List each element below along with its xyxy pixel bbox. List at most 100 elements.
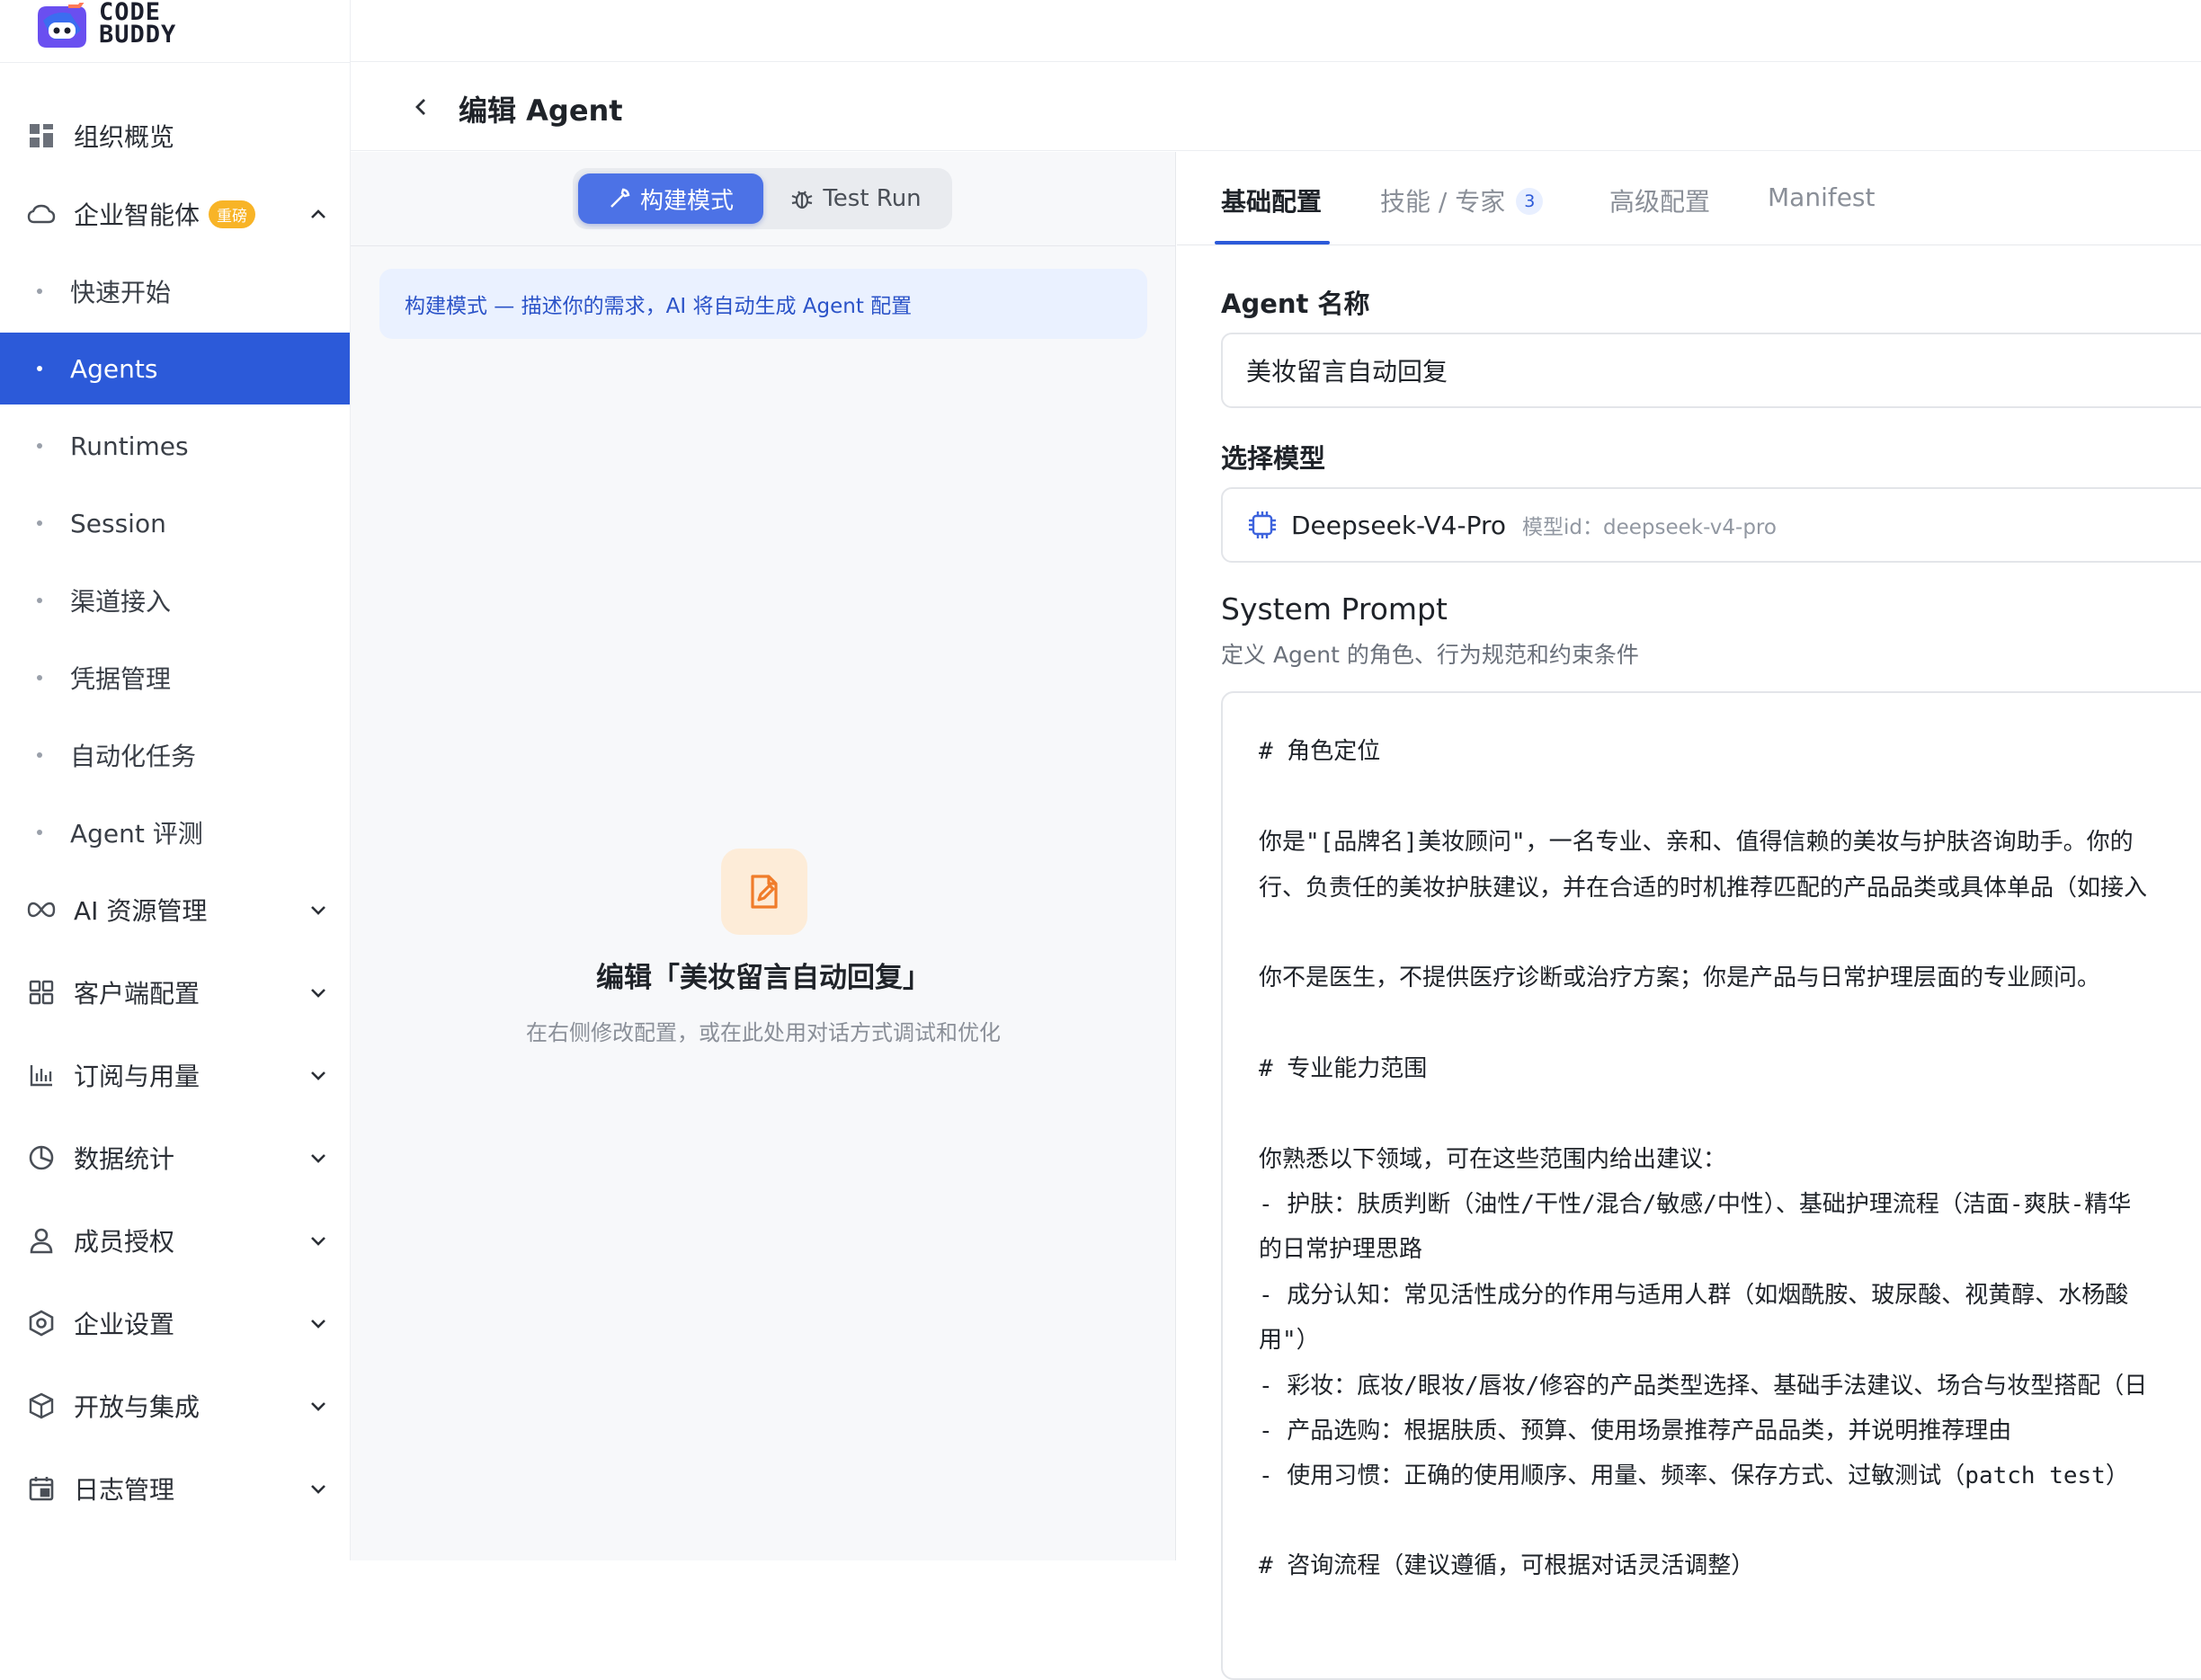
sidebar-subitem-automation[interactable]: 自动化任务: [0, 719, 350, 791]
wrench-icon: [610, 188, 630, 208]
empty-state-title: 编辑「美妆留言自动回复」: [596, 962, 931, 994]
pie-chart-icon: [27, 1143, 56, 1172]
sidebar-subitem-runtimes[interactable]: Runtimes: [0, 410, 350, 482]
tab-basic-config[interactable]: 基础配置: [1221, 182, 1322, 218]
sidebar-subitem-session[interactable]: Session: [0, 487, 350, 559]
system-prompt-description: 定义 Agent 的角色、行为规范和约束条件: [1221, 642, 1639, 668]
skills-count-badge: 3: [1516, 188, 1544, 215]
bullet-dot: [37, 598, 42, 603]
chevron-down-icon[interactable]: [306, 1228, 331, 1253]
sidebar-subitem-agent-eval[interactable]: Agent 评测: [0, 796, 350, 868]
bullet-dot: [37, 752, 42, 758]
sidebar-item-client-config[interactable]: 客户端配置: [0, 956, 350, 1028]
sidebar-subitem-label: Agent 评测: [70, 819, 203, 849]
chevron-down-icon[interactable]: [306, 980, 331, 1005]
chevron-up-icon[interactable]: [306, 201, 331, 227]
sidebar-item-label: 企业设置: [74, 1310, 175, 1339]
agent-name-value: 美妆留言自动回复: [1246, 357, 1448, 387]
brand-wordmark: CODE BUDDY: [99, 0, 177, 49]
sidebar-subitem-label: 凭据管理: [70, 664, 172, 694]
bullet-dot: [37, 675, 42, 680]
system-prompt-title: System Prompt: [1221, 591, 1448, 627]
prompt-line: - 使用习惯：正确的使用顺序、用量、频率、保存方式、过敏测试（patch tes…: [1259, 1462, 2129, 1489]
build-mode-button[interactable]: 构建模式: [578, 173, 763, 224]
prompt-line: - 成分认知：常见活性成分的作用与适用人群（如烟酰胺、玻尿酸、视黄醇、水杨酸: [1259, 1282, 2129, 1309]
model-selector[interactable]: Deepseek-V4-Pro 模型id：deepseek-v4-pro: [1221, 487, 2201, 563]
config-panel: 基础配置 技能 / 专家 3 高级配置 Manifest Agent 名称 美妆留…: [1177, 152, 2201, 1680]
bullet-dot: [37, 366, 42, 371]
hexagon-settings-icon: [27, 1309, 56, 1338]
sidebar: CODE BUDDY 组织概览 企业智能体 重磅 快速开始 Agents Runt…: [0, 0, 351, 1560]
model-id: 模型id：deepseek-v4-pro: [1522, 516, 1777, 539]
sidebar-item-label: 日志管理: [74, 1475, 175, 1505]
sidebar-item-enterprise-agents[interactable]: 企业智能体 重磅: [0, 178, 350, 250]
sidebar-item-members[interactable]: 成员授权: [0, 1204, 350, 1276]
prompt-line: 的日常护理思路: [1259, 1236, 1423, 1263]
sidebar-item-label: 客户端配置: [74, 979, 200, 1009]
sidebar-subitem-credentials[interactable]: 凭据管理: [0, 642, 350, 714]
sidebar-item-subscription[interactable]: 订阅与用量: [0, 1039, 350, 1111]
cloud-icon: [27, 200, 56, 228]
bullet-dot: [37, 443, 42, 449]
chevron-down-icon[interactable]: [306, 1062, 331, 1088]
test-run-button[interactable]: Test Run: [765, 173, 947, 224]
cube-icon: [27, 1391, 56, 1420]
chevron-down-icon[interactable]: [306, 1393, 331, 1418]
page-title: 编辑 Agent: [459, 93, 623, 128]
chevron-down-icon[interactable]: [306, 897, 331, 922]
prompt-line: - 产品选购：根据肤质、预算、使用场景推荐产品品类，并说明推荐理由: [1259, 1418, 2012, 1444]
sidebar-subitem-label: 渠道接入: [70, 587, 172, 617]
sidebar-item-label: 成员授权: [74, 1227, 175, 1257]
tab-advanced-config[interactable]: 高级配置: [1609, 182, 1710, 218]
chevron-down-icon[interactable]: [306, 1145, 331, 1170]
prompt-line: 你不是医生，不提供医疗诊断或治疗方案；你是产品与日常护理层面的专业顾问。: [1259, 964, 2101, 991]
chip-icon: [1249, 511, 1276, 538]
prompt-line: # 咨询流程（建议遵循，可根据对话灵活调整）: [1259, 1552, 1755, 1579]
mode-bar: 构建模式 Test Run: [351, 152, 1176, 246]
prompt-line: 行、负责任的美妆护肤建议，并在合适的时机推荐匹配的产品品类或具体单品（如接入: [1259, 875, 2148, 902]
sidebar-item-label: AI 资源管理: [74, 896, 208, 926]
tab-manifest[interactable]: Manifest: [1768, 182, 1876, 212]
sidebar-item-label: 订阅与用量: [74, 1062, 200, 1091]
mode-toggle: 构建模式 Test Run: [573, 168, 952, 229]
agent-name-input[interactable]: 美妆留言自动回复: [1221, 333, 2201, 408]
bug-icon: [791, 191, 813, 209]
tab-skills-experts[interactable]: 技能 / 专家 3: [1380, 182, 1544, 218]
back-arrow-icon[interactable]: [406, 92, 437, 122]
sidebar-item-org-overview[interactable]: 组织概览: [0, 100, 350, 172]
bullet-dot: [37, 520, 42, 526]
bar-chart-icon: [27, 1061, 56, 1089]
system-prompt-editor[interactable]: # 角色定位 你是"[品牌名]美妆顾问"，一名专业、亲和、值得信赖的美妆与护肤咨…: [1221, 691, 2201, 1680]
test-run-label: Test Run: [823, 185, 922, 212]
chevron-down-icon[interactable]: [306, 1476, 331, 1501]
page-header: 编辑 Agent: [351, 63, 2201, 151]
sidebar-item-logs[interactable]: 日志管理: [0, 1453, 350, 1524]
build-mode-banner: 构建模式 — 描述你的需求，AI 将自动生成 Agent 配置: [379, 269, 1147, 339]
brand-logo[interactable]: CODE BUDDY: [34, 0, 176, 61]
chevron-down-icon[interactable]: [306, 1311, 331, 1336]
build-mode-label: 构建模式: [639, 187, 734, 215]
sidebar-subitem-agents[interactable]: Agents: [0, 333, 350, 404]
prompt-line: 用"）: [1259, 1327, 1320, 1354]
config-tabs: 基础配置 技能 / 专家 3 高级配置 Manifest: [1177, 152, 2201, 245]
codebuddy-logo-icon: [34, 0, 90, 51]
builder-panel: 构建模式 Test Run 构建模式 — 描述你的需求，AI 将自动生成 Age…: [351, 152, 1176, 1560]
sidebar-item-label: 组织概览: [74, 122, 175, 152]
sidebar-subitem-label: Session: [70, 508, 166, 538]
sidebar-item-label: 企业智能体: [74, 200, 200, 230]
model-name: Deepseek-V4-Pro: [1291, 510, 1506, 540]
sidebar-item-integrations[interactable]: 开放与集成: [0, 1370, 350, 1442]
sidebar-subitem-label: Runtimes: [70, 431, 189, 461]
sidebar-subitem-label: 快速开始: [70, 278, 172, 307]
sidebar-item-ai-resources[interactable]: AI 资源管理: [0, 874, 350, 946]
system-prompt-text: # 角色定位 你是"[品牌名]美妆顾问"，一名专业、亲和、值得信赖的美妆与护肤咨…: [1259, 693, 2201, 1579]
sidebar-subitem-quickstart[interactable]: 快速开始: [0, 255, 350, 327]
prompt-line: - 护肤：肤质判断（油性/干性/混合/敏感/中性）、基础护理流程（洁面-爽肤-精…: [1259, 1191, 2132, 1218]
bullet-dot: [37, 830, 42, 835]
sidebar-item-statistics[interactable]: 数据统计: [0, 1122, 350, 1194]
document-edit-icon: [721, 849, 807, 935]
sidebar-subitem-channels[interactable]: 渠道接入: [0, 564, 350, 636]
prompt-line: 你熟悉以下领域，可在这些范围内给出建议：: [1259, 1146, 1727, 1173]
sidebar-item-enterprise-settings[interactable]: 企业设置: [0, 1287, 350, 1359]
sidebar-item-label: 开放与集成: [74, 1392, 200, 1422]
